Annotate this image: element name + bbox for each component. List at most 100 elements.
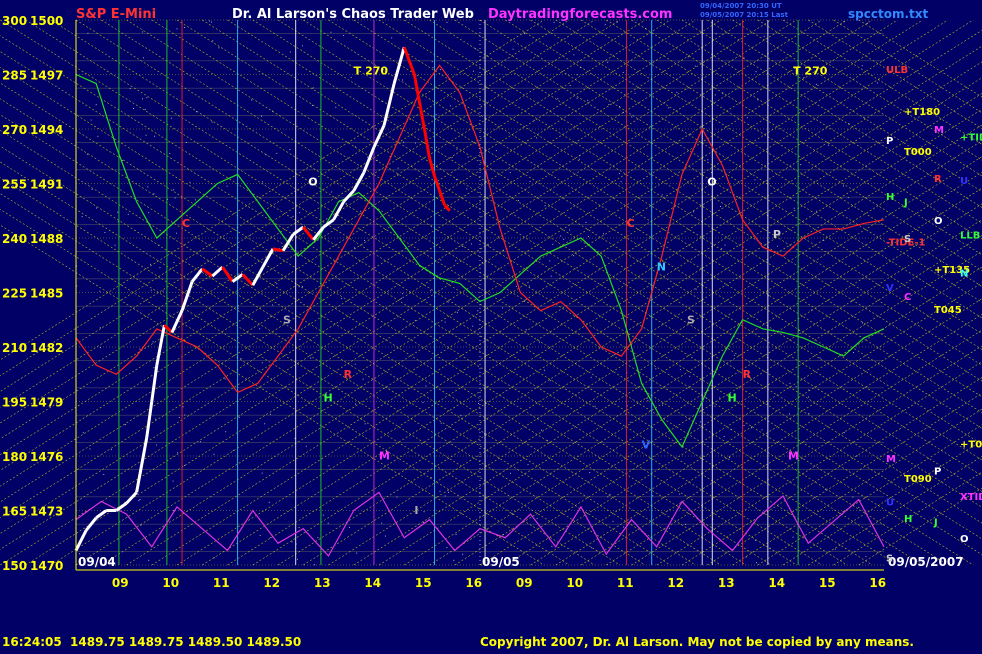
annotation-label: T 270 xyxy=(354,65,389,78)
star-dot xyxy=(808,397,809,398)
star-dot xyxy=(528,464,529,465)
right-label: T000 xyxy=(904,147,932,158)
star-dot xyxy=(276,153,277,154)
star-dot xyxy=(424,511,425,512)
star-dot xyxy=(734,355,735,356)
star-dot xyxy=(272,304,273,305)
star-dot xyxy=(328,465,329,466)
star-dot xyxy=(446,547,447,548)
star-dot xyxy=(662,405,663,406)
star-dot xyxy=(142,31,143,32)
star-dot xyxy=(430,290,431,291)
star-dot xyxy=(676,92,677,93)
star-dot xyxy=(853,352,854,353)
star-dot xyxy=(169,153,170,154)
annotation-label: N xyxy=(657,261,666,274)
right-label: V xyxy=(886,283,894,294)
star-dot xyxy=(97,136,98,137)
y-tick-right-label: 1476 xyxy=(30,450,63,464)
star-dot xyxy=(605,24,606,25)
star-dot xyxy=(877,82,878,83)
star-dot xyxy=(177,452,178,453)
star-dot xyxy=(751,427,752,428)
star-dot xyxy=(145,109,146,110)
star-dot xyxy=(450,105,451,106)
star-dot xyxy=(550,380,551,381)
star-dot xyxy=(433,67,434,68)
star-dot xyxy=(440,69,441,70)
star-dot xyxy=(529,286,530,287)
star-dot xyxy=(163,291,164,292)
star-dot xyxy=(148,212,149,213)
star-dot xyxy=(261,116,262,117)
x-tick-label: 11 xyxy=(617,576,634,590)
star-dot xyxy=(100,347,101,348)
star-dot xyxy=(557,98,558,99)
star-dot xyxy=(551,276,552,277)
stamp-line-2: 09/05/2007 20:15 Last xyxy=(700,11,789,19)
star-dot xyxy=(693,211,694,212)
star-dot xyxy=(391,37,392,38)
star-dot xyxy=(323,515,324,516)
star-dot xyxy=(292,216,293,217)
star-dot xyxy=(233,450,234,451)
star-dot xyxy=(756,562,757,563)
y-tick-right-label: 1485 xyxy=(30,287,63,301)
star-dot xyxy=(560,235,561,236)
star-dot xyxy=(655,368,656,369)
right-label: R xyxy=(934,174,942,185)
star-dot xyxy=(516,286,517,287)
star-dot xyxy=(696,289,697,290)
x-tick-label: 13 xyxy=(718,576,735,590)
star-dot xyxy=(415,320,416,321)
star-dot xyxy=(143,57,144,58)
star-dot xyxy=(139,499,140,500)
star-dot xyxy=(867,23,868,24)
star-dot xyxy=(631,116,632,117)
right-label: LLB xyxy=(960,230,980,241)
star-dot xyxy=(721,248,722,249)
star-dot xyxy=(539,342,540,343)
star-dot xyxy=(115,245,116,246)
star-dot xyxy=(154,136,155,137)
star-dot xyxy=(808,389,809,390)
star-dot xyxy=(862,322,863,323)
star-dot xyxy=(440,491,441,492)
star-dot xyxy=(707,159,708,160)
star-dot xyxy=(588,236,589,237)
star-dot xyxy=(195,199,196,200)
star-dot xyxy=(541,430,542,431)
x-tick-label: 10 xyxy=(162,576,179,590)
star-dot xyxy=(720,206,721,207)
right-label: S xyxy=(904,234,911,245)
star-dot xyxy=(262,362,263,363)
star-dot xyxy=(99,291,100,292)
star-dot xyxy=(184,27,185,28)
star-dot xyxy=(448,492,449,493)
star-dot xyxy=(139,349,140,350)
star-dot xyxy=(356,553,357,554)
star-dot xyxy=(156,445,157,446)
copyright-notice: Copyright 2007, Dr. Al Larson. May not b… xyxy=(480,635,914,649)
star-dot xyxy=(502,307,503,308)
star-dot xyxy=(292,541,293,542)
star-dot xyxy=(153,367,154,368)
star-dot xyxy=(549,260,550,261)
annotation-label: T 270 xyxy=(793,65,828,78)
right-label: +T180 xyxy=(904,107,940,118)
right-label: J xyxy=(903,198,908,209)
star-dot xyxy=(816,211,817,212)
star-dot xyxy=(398,168,399,169)
star-dot xyxy=(440,259,441,260)
y-tick-right-label: 1488 xyxy=(30,232,63,246)
star-dot xyxy=(173,189,174,190)
y-tick-right-label: 1470 xyxy=(30,559,63,573)
star-dot xyxy=(828,145,829,146)
star-dot xyxy=(360,211,361,212)
right-label: M xyxy=(934,125,944,136)
star-dot xyxy=(363,379,364,380)
star-dot xyxy=(445,495,446,496)
star-dot xyxy=(764,36,765,37)
star-dot xyxy=(355,364,356,365)
x-tick-label: 15 xyxy=(819,576,836,590)
